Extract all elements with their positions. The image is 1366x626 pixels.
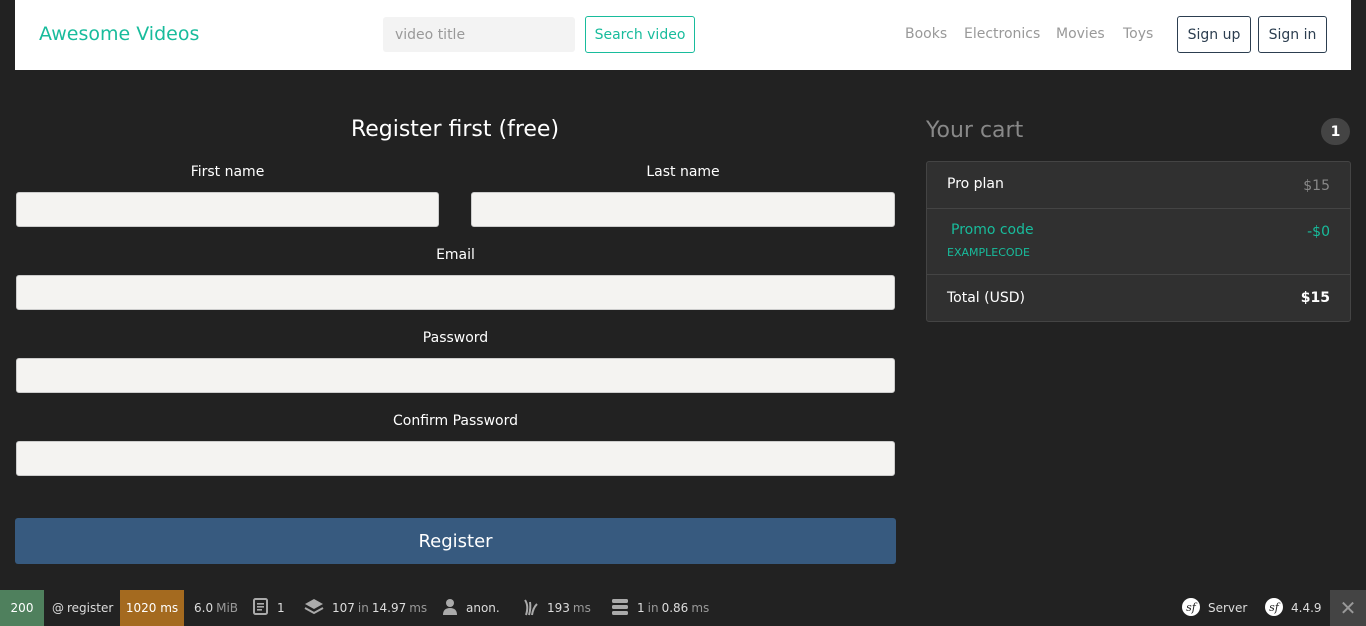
nav-link-movies[interactable]: Movies <box>1056 26 1105 42</box>
promo-name: Promo code <box>951 222 1034 238</box>
db-queries: 1 <box>637 601 645 615</box>
logs-icon <box>252 598 269 618</box>
debug-toolbar: 200 @ register 1020 ms 6.0 MiB 1 107 in … <box>0 590 1366 626</box>
twig-ms: ms <box>572 601 591 615</box>
database-panel[interactable]: 1 in 0.86 ms <box>603 590 720 626</box>
close-icon: ✕ <box>1339 596 1357 620</box>
memory-usage[interactable]: 6.0 MiB <box>186 590 249 626</box>
nav-link-toys[interactable]: Toys <box>1123 26 1153 42</box>
cache-time: 14.97 <box>371 601 407 615</box>
email-field[interactable] <box>16 275 895 310</box>
last-name-label: Last name <box>646 164 720 180</box>
twig-icon <box>523 598 539 619</box>
db-time: 0.86 <box>661 601 689 615</box>
logs-panel[interactable]: 1 <box>244 590 293 626</box>
cart-title: Your cart <box>926 118 1024 143</box>
brand-logo[interactable]: Awesome Videos <box>39 23 199 45</box>
db-ms: ms <box>691 601 710 615</box>
cache-ms: ms <box>409 601 428 615</box>
user-icon <box>442 598 458 619</box>
logs-count: 1 <box>277 601 285 615</box>
user-name: anon. <box>466 601 500 615</box>
cache-in: in <box>357 601 369 615</box>
twig-panel[interactable]: 193 ms <box>515 590 602 626</box>
route-info[interactable]: @ register <box>44 590 120 626</box>
last-name-field[interactable] <box>471 192 895 227</box>
total-label: Total (USD) <box>947 290 1025 306</box>
password-label: Password <box>422 330 489 346</box>
route-name: register <box>67 601 114 615</box>
confirm-password-field[interactable] <box>16 441 895 476</box>
form-title: Register first (free) <box>350 117 560 142</box>
cart-item-name: Pro plan <box>947 176 1004 192</box>
search-button[interactable]: Search video <box>585 16 695 53</box>
promo-code: EXAMPLECODE <box>947 246 1030 259</box>
security-panel[interactable]: anon. <box>434 590 508 626</box>
promo-price: -$0 <box>1307 224 1330 240</box>
confirm-password-label: Confirm Password <box>392 413 519 429</box>
symfony-version: 4.4.9 <box>1291 601 1322 615</box>
database-icon <box>611 598 629 619</box>
total-value: $15 <box>1300 290 1330 306</box>
cart-promo: Promo code EXAMPLECODE -$0 <box>927 209 1350 275</box>
server-label: Server <box>1208 601 1248 615</box>
version-panel[interactable]: sf 4.4.9 <box>1257 590 1330 626</box>
cart-item-price: $15 <box>1303 178 1330 194</box>
register-button[interactable]: Register <box>15 518 896 564</box>
first-name-label: First name <box>190 164 265 180</box>
db-in: in <box>647 601 659 615</box>
status-code[interactable]: 200 <box>0 590 44 626</box>
email-label: Email <box>436 247 475 263</box>
memory-value: 6.0 <box>194 601 214 615</box>
twig-time: 193 <box>547 601 570 615</box>
cart-total: Total (USD) $15 <box>927 275 1350 321</box>
cart-count-badge: 1 <box>1321 118 1350 145</box>
symfony-logo-icon: sf <box>1182 597 1200 619</box>
cache-layers-icon <box>304 598 324 619</box>
sign-up-button[interactable]: Sign up <box>1177 16 1251 53</box>
search-input[interactable] <box>383 17 575 52</box>
first-name-field[interactable] <box>16 192 439 227</box>
nav-link-electronics[interactable]: Electronics <box>964 26 1040 42</box>
cache-calls: 107 <box>332 601 355 615</box>
cart-item: Pro plan $15 <box>927 162 1350 209</box>
request-time[interactable]: 1020 ms <box>120 590 184 626</box>
server-panel[interactable]: sf Server <box>1174 590 1255 626</box>
close-toolbar-button[interactable]: ✕ <box>1330 590 1366 626</box>
cart-list: Pro plan $15 Promo code EXAMPLECODE -$0 … <box>926 161 1351 322</box>
nav-link-books[interactable]: Books <box>905 26 947 42</box>
password-field[interactable] <box>16 358 895 393</box>
route-prefix: @ <box>52 601 64 615</box>
navbar: Awesome Videos Search video Books Electr… <box>15 0 1351 70</box>
symfony-version-icon: sf <box>1265 597 1283 619</box>
memory-unit: MiB <box>216 601 239 615</box>
cache-panel[interactable]: 107 in 14.97 ms <box>296 590 438 626</box>
sign-in-button[interactable]: Sign in <box>1258 16 1327 53</box>
